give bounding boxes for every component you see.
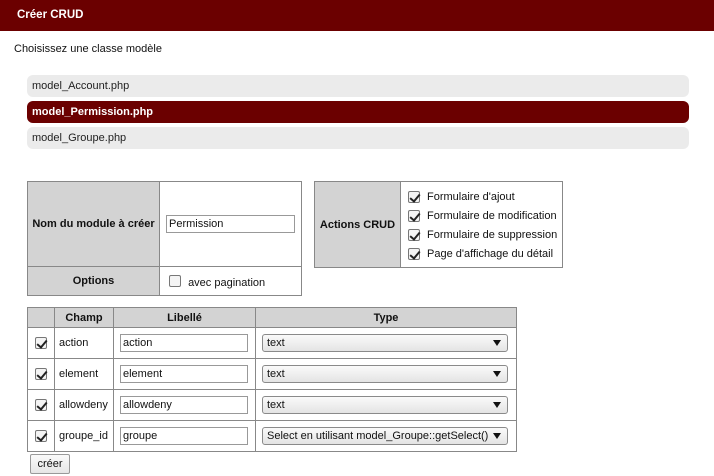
field-champ: element [54, 358, 114, 390]
row-checkbox[interactable] [35, 368, 47, 381]
field-champ: groupe_id [54, 420, 114, 452]
field-libelle-input[interactable] [120, 427, 248, 445]
field-type-value: text [267, 368, 285, 380]
pagination-label: avec pagination [188, 276, 266, 289]
module-name-label: Nom du module à créer [27, 181, 160, 267]
window-title: Créer CRUD [0, 0, 714, 31]
crud-action-delete-checkbox[interactable] [408, 229, 420, 241]
main-content: Choisissez une classe modèle model_Accou… [0, 31, 714, 476]
module-name-input[interactable] [166, 215, 295, 233]
chevron-down-icon [493, 402, 501, 408]
crud-action-delete-label: Formulaire de suppression [427, 229, 558, 241]
chevron-down-icon [493, 433, 501, 439]
field-type-value: text [267, 399, 285, 411]
row-checkbox[interactable] [35, 430, 47, 443]
chevron-down-icon [493, 340, 501, 346]
crud-actions-label: Actions CRUD [314, 181, 401, 268]
chevron-down-icon [493, 371, 501, 377]
model-item-permission[interactable]: model_Permission.php [27, 101, 689, 123]
field-libelle-input[interactable] [120, 365, 248, 383]
field-type-select[interactable]: Select en utilisant model_Groupe::getSel… [262, 427, 508, 445]
model-item-account[interactable]: model_Account.php [27, 75, 689, 97]
fields-table: Champ Libellé Type action text element t… [27, 307, 517, 452]
crud-action-edit-checkbox[interactable] [408, 210, 420, 222]
crud-action-add-checkbox[interactable] [408, 191, 420, 203]
column-header-libelle: Libellé [113, 307, 256, 328]
field-champ: allowdeny [54, 389, 114, 421]
pagination-checkbox[interactable] [169, 275, 181, 288]
crud-action-add-label: Formulaire d'ajout [427, 191, 515, 203]
column-header-champ: Champ [54, 307, 114, 328]
crud-action-edit: Formulaire de modification [401, 207, 562, 226]
crud-action-detail-checkbox[interactable] [408, 248, 420, 260]
crud-action-detail: Page d'affichage du détail [401, 245, 562, 264]
model-item-groupe[interactable]: model_Groupe.php [27, 127, 689, 149]
field-type-select[interactable]: text [262, 365, 508, 383]
options-label: Options [27, 266, 160, 296]
crud-actions-table: Actions CRUD Formulaire d'ajout Formulai… [314, 181, 563, 268]
crud-action-detail-label: Page d'affichage du détail [427, 248, 554, 260]
crud-action-edit-label: Formulaire de modification [427, 210, 557, 222]
field-type-value: text [267, 337, 285, 349]
row-checkbox[interactable] [35, 399, 47, 412]
model-chooser-heading: Choisissez une classe modèle [14, 43, 162, 55]
crud-action-add: Formulaire d'ajout [401, 188, 562, 207]
module-settings-table: Nom du module à créer Options avec pagin… [27, 181, 302, 296]
row-checkbox[interactable] [35, 337, 47, 350]
field-type-select[interactable]: text [262, 396, 508, 414]
field-type-select[interactable]: text [262, 334, 508, 352]
crud-action-delete: Formulaire de suppression [401, 226, 562, 245]
table-row: action text [27, 327, 517, 359]
column-header-type: Type [255, 307, 517, 328]
create-button[interactable]: créer [30, 454, 70, 474]
table-row: element text [27, 358, 517, 390]
field-libelle-input[interactable] [120, 396, 248, 414]
table-row: groupe_id Select en utilisant model_Grou… [27, 420, 517, 452]
field-libelle-input[interactable] [120, 334, 248, 352]
field-champ: action [54, 327, 114, 359]
table-row: allowdeny text [27, 389, 517, 421]
field-type-value: Select en utilisant model_Groupe::getSel… [267, 430, 489, 442]
